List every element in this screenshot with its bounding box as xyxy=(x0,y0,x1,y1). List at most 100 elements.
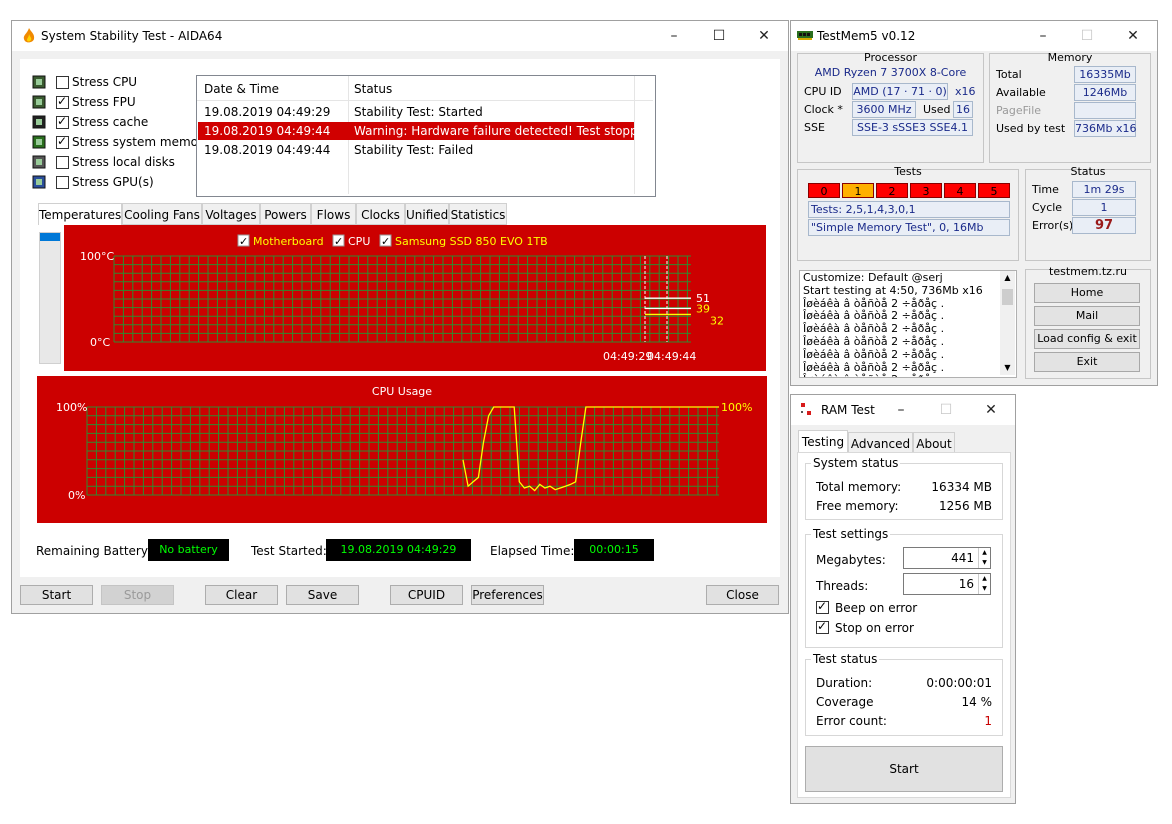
home-button[interactable]: Home xyxy=(1034,283,1140,303)
stress-label[interactable]: Stress GPU(s) xyxy=(72,175,154,189)
system-status-group: System status Total memory: 16334 MB Fre… xyxy=(805,456,1003,520)
used-label: Used xyxy=(923,103,951,116)
error-count-value: 1 xyxy=(984,714,992,728)
tab-clocks[interactable]: Clocks xyxy=(356,203,405,225)
status-panel: Status Time 1m 29s Cycle 1 Error(s) 97 xyxy=(1025,165,1151,261)
stress-label[interactable]: Stress local disks xyxy=(72,155,175,169)
megabytes-input[interactable]: 441 ▲ ▼ xyxy=(903,547,991,569)
close-button[interactable]: Close xyxy=(706,585,779,605)
tab-powers[interactable]: Powers xyxy=(260,203,311,225)
test-started-value: 19.08.2019 04:49:29 xyxy=(326,539,471,561)
threads-input[interactable]: 16 ▲ ▼ xyxy=(903,573,991,595)
testmem-log[interactable]: Customize: Default @serj Start testing at… xyxy=(799,270,1017,378)
temperature-graph-area: ✓ Motherboard ✓ CPU ✓ Samsung SSD 850 EVO 1TB… xyxy=(38,225,766,375)
tab-testing[interactable]: Testing xyxy=(798,430,848,454)
stress-checkbox[interactable] xyxy=(56,176,69,189)
stress-label[interactable]: Stress FPU xyxy=(72,95,136,109)
log-row[interactable]: 19.08.2019 04:49:44 Warning: Hardware fai… xyxy=(198,122,653,140)
stop-button[interactable]: Stop xyxy=(101,585,174,605)
processor-name: AMD Ryzen 7 3700X 8-Core xyxy=(814,66,967,79)
stress-checkbox[interactable] xyxy=(56,156,69,169)
stop-on-error-label[interactable]: Stop on error xyxy=(835,621,914,635)
load-config-button[interactable]: Load config & exit xyxy=(1034,329,1140,349)
megabytes-stepper[interactable]: ▲ ▼ xyxy=(978,548,990,568)
memory-panel: Memory Total 16335Mb Available 1246Mb Pa… xyxy=(989,51,1151,163)
coverage-label: Coverage xyxy=(816,695,874,709)
cpuid-button[interactable]: CPUID xyxy=(390,585,463,605)
ramtest-titlebar[interactable]: RAM Test – ☐ ✕ xyxy=(791,395,1015,425)
beep-on-error-checkbox[interactable] xyxy=(816,599,829,614)
log-header-time[interactable]: Date & Time xyxy=(204,82,279,96)
minimize-icon[interactable]: – xyxy=(1021,21,1065,51)
stress-checkbox[interactable] xyxy=(56,134,69,149)
tests-current: "Simple Memory Test", 0, 16Mb xyxy=(808,219,1010,236)
clock-value: 3600 MHz xyxy=(852,101,916,118)
legend-label: Motherboard xyxy=(253,235,324,248)
threads-stepper[interactable]: ▲ ▼ xyxy=(978,574,990,594)
ramtest-start-button[interactable]: Start xyxy=(805,746,1003,792)
stress-label[interactable]: Stress system memory xyxy=(72,135,210,149)
stop-on-error-checkbox[interactable] xyxy=(816,619,829,634)
minimize-icon[interactable]: – xyxy=(879,395,923,425)
tab-about[interactable]: About xyxy=(913,432,955,454)
maximize-icon[interactable]: ☐ xyxy=(924,395,968,425)
log-scrollbar[interactable]: ▲ ▼ xyxy=(1000,271,1015,375)
graph-scroll-thumb[interactable] xyxy=(40,233,60,241)
stress-label[interactable]: Stress cache xyxy=(72,115,148,129)
tab-flows[interactable]: Flows xyxy=(311,203,356,225)
flame-icon xyxy=(22,28,36,47)
log-header-status[interactable]: Status xyxy=(354,82,392,96)
cpu-current-value: 100% xyxy=(721,401,752,414)
mail-button[interactable]: Mail xyxy=(1034,306,1140,326)
log-scroll-thumb[interactable] xyxy=(1002,289,1013,305)
maximize-icon[interactable]: ☐ xyxy=(697,21,741,51)
stepper-up-icon[interactable]: ▲ xyxy=(979,548,990,558)
log-row[interactable]: 19.08.2019 04:49:29 Stability Test: Start… xyxy=(198,103,634,121)
testmem-window: TestMem5 v0.12 – ☐ ✕ Processor AMD Ryzen… xyxy=(790,20,1158,386)
ramtest-tab-panel: System status Total memory: 16334 MB Fre… xyxy=(797,452,1011,798)
elapsed-label: Elapsed Time: xyxy=(490,544,575,558)
stress-checkbox[interactable] xyxy=(56,114,69,129)
start-button[interactable]: Start xyxy=(20,585,93,605)
stepper-down-icon[interactable]: ▼ xyxy=(979,558,990,568)
temp-value-label: 32 xyxy=(710,314,724,327)
free-memory-label: Free memory: xyxy=(816,499,899,513)
tab-voltages[interactable]: Voltages xyxy=(202,203,260,225)
scroll-down-icon[interactable]: ▼ xyxy=(1000,361,1015,375)
minimize-icon[interactable]: – xyxy=(652,21,696,51)
exit-button[interactable]: Exit xyxy=(1034,352,1140,372)
cpu-usage-chart: CPU Usage 100% 0% 100% xyxy=(37,376,767,523)
beep-on-error-label[interactable]: Beep on error xyxy=(835,601,917,615)
scroll-up-icon[interactable]: ▲ xyxy=(1000,271,1015,285)
testmem-log-lines: Customize: Default @serj Start testing at… xyxy=(803,271,999,377)
log-row-time: 19.08.2019 04:49:29 xyxy=(204,105,331,119)
tab-advanced[interactable]: Advanced xyxy=(848,432,913,454)
close-icon[interactable]: ✕ xyxy=(1111,21,1155,51)
test-cell: 5 xyxy=(978,183,1010,198)
tab-statistics[interactable]: Statistics xyxy=(449,203,507,225)
stepper-up-icon[interactable]: ▲ xyxy=(979,574,990,584)
stepper-down-icon[interactable]: ▼ xyxy=(979,584,990,594)
stress-checkbox[interactable] xyxy=(56,94,69,109)
save-button[interactable]: Save xyxy=(286,585,359,605)
tab-unified[interactable]: Unified xyxy=(405,203,449,225)
graph-scrollbar[interactable] xyxy=(39,232,61,364)
duration-label: Duration: xyxy=(816,676,873,690)
site-title: testmem.tz.ru xyxy=(1049,265,1127,278)
tab-cooling-fans[interactable]: Cooling Fans xyxy=(122,203,202,225)
clear-button[interactable]: Clear xyxy=(205,585,278,605)
log-line: Start testing at 4:50, 736Mb x16 xyxy=(803,283,983,297)
preferences-button[interactable]: Preferences xyxy=(471,585,544,605)
test-cell: 3 xyxy=(910,183,942,198)
maximize-icon[interactable]: ☐ xyxy=(1065,21,1109,51)
aida-window: System Stability Test - AIDA64 – ☐ ✕ Str… xyxy=(11,20,789,614)
close-icon[interactable]: ✕ xyxy=(969,395,1013,425)
tab-temperatures[interactable]: Temperatures xyxy=(38,203,122,227)
aida-titlebar[interactable]: System Stability Test - AIDA64 – ☐ ✕ xyxy=(12,21,788,51)
testmem-titlebar[interactable]: TestMem5 v0.12 – ☐ ✕ xyxy=(791,21,1157,51)
log-row[interactable]: 19.08.2019 04:49:44 Stability Test: Faile… xyxy=(198,141,634,159)
stress-checkbox[interactable] xyxy=(56,76,69,89)
close-icon[interactable]: ✕ xyxy=(742,21,786,51)
coverage-value: 14 % xyxy=(961,695,993,709)
stress-label[interactable]: Stress CPU xyxy=(72,75,137,89)
